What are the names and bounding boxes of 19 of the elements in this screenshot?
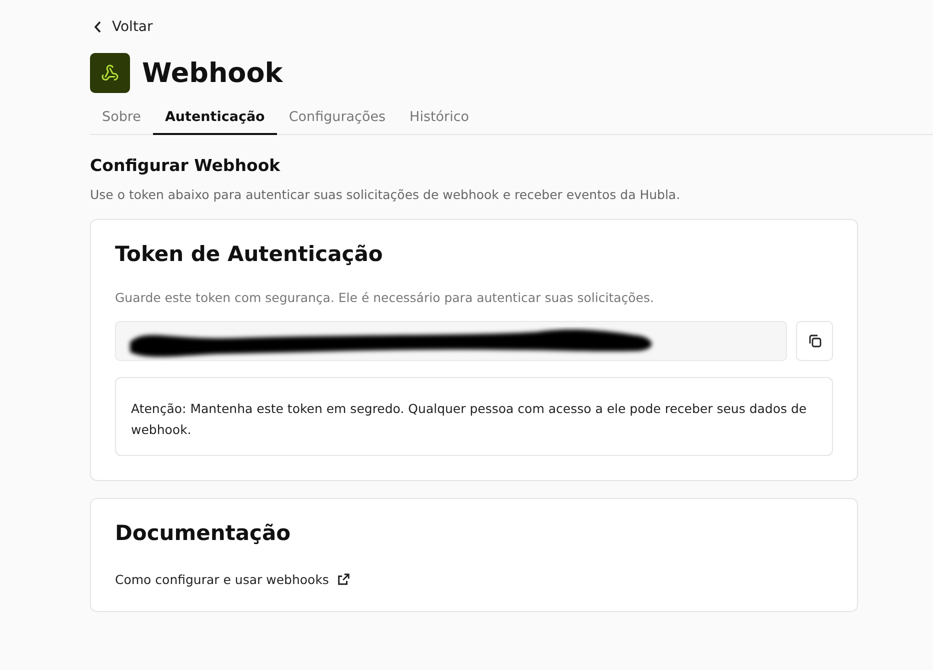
external-link-icon: [336, 573, 350, 586]
page-title: Webhook: [142, 58, 283, 88]
tab[interactable]: Configurações: [276, 104, 398, 135]
warning-text: Atenção: Mantenha este token em segredo. Qualquer pessoa com acesso a ele pode receber seus dados de webhook.: [131, 400, 808, 439]
tab[interactable]: Autenticação: [152, 104, 277, 135]
card-title: Token de Autenticação: [115, 242, 384, 266]
section-title: Configurar Webhook: [90, 156, 282, 175]
webhook-icon: [90, 53, 130, 93]
documentation-link[interactable]: Como configurar e usar webhooks: [115, 572, 350, 587]
section-description: Use o token abaixo para autenticar suas solicitações de webhook e receber eventos da Hubla.: [90, 187, 682, 202]
card-description: Guarde este token com segurança. Ele é necessário para autenticar suas solicitações.: [115, 290, 655, 305]
back-link[interactable]: Voltar: [94, 19, 153, 35]
copy-icon: [808, 334, 822, 348]
card-title: Documentação: [115, 521, 292, 545]
token-field[interactable]: [115, 321, 787, 361]
copy-button[interactable]: [796, 321, 833, 361]
tab[interactable]: Sobre: [90, 104, 153, 135]
tab[interactable]: Histórico: [398, 104, 482, 135]
chevron-left-icon: [94, 21, 102, 33]
